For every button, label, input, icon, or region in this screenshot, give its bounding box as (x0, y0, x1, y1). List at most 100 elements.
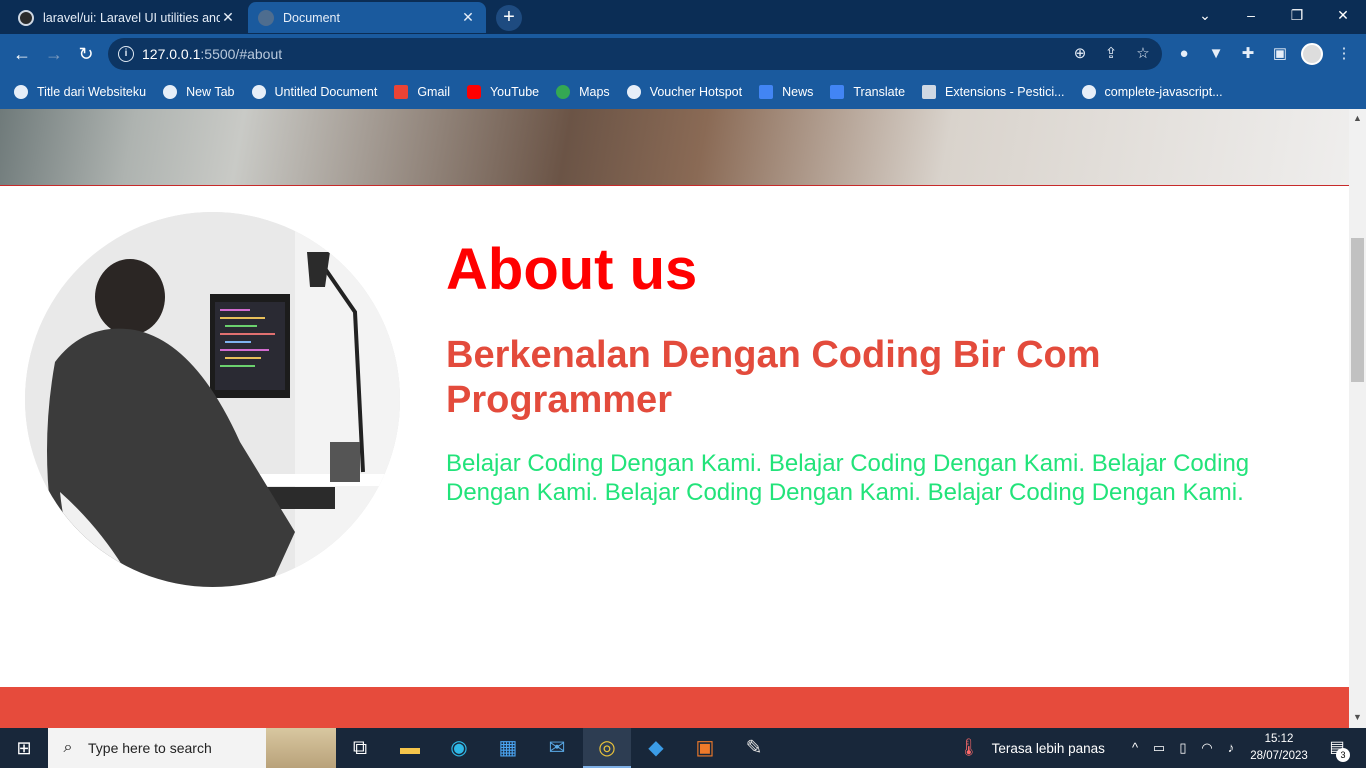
zoom-icon[interactable]: ⊕ (1070, 44, 1090, 64)
new-tab-button[interactable]: + (496, 5, 522, 31)
search-placeholder: Type here to search (88, 740, 212, 756)
restore-button[interactable]: ❐ (1274, 0, 1320, 30)
about-subtitle: Berkenalan Dengan Coding Bir Com Program… (446, 334, 1101, 421)
bookmark-item[interactable]: Maps (556, 84, 610, 99)
browser-toolbar: ← → ↻ i 127.0.0.1:5500/#about ⊕ ⇪ ☆ ● ▼ … (0, 34, 1366, 74)
menu-icon[interactable]: ⋮ (1334, 44, 1354, 64)
side-panel-icon[interactable]: ▣ (1270, 44, 1290, 64)
notification-badge: 3 (1336, 748, 1350, 762)
thermometer-icon: 🌡 (958, 738, 980, 757)
bookmark-label: Gmail (417, 84, 450, 99)
extension-icon[interactable]: ● (1174, 44, 1194, 64)
profile-avatar[interactable] (1301, 43, 1323, 65)
puzzle-icon[interactable]: ✚ (1238, 44, 1258, 64)
windows-start-icon[interactable]: ⊞ (0, 728, 48, 768)
url-host: 127.0.0.1 (142, 46, 201, 62)
task-view-icon[interactable]: ⧉ (336, 728, 384, 768)
bookmark-label: complete-javascript... (1104, 84, 1223, 99)
browser-window: laravel/ui: Laravel UI utilities and ✕ D… (0, 0, 1366, 109)
paint-icon[interactable]: ✎ (730, 728, 778, 768)
bookmark-item[interactable]: Voucher Hotspot (626, 84, 742, 99)
page-scrollbar[interactable]: ▲ ▼ (1349, 109, 1366, 728)
globe-icon (626, 84, 641, 99)
close-tab-icon[interactable]: ✕ (220, 9, 236, 26)
bookmark-label: YouTube (489, 84, 540, 99)
close-window-button[interactable]: ✕ (1320, 0, 1366, 30)
programmer-illustration (25, 212, 400, 587)
tab-title: Document (283, 10, 340, 25)
bookmark-label: Untitled Document (274, 84, 378, 99)
reload-button[interactable]: ↻ (74, 42, 98, 66)
bookmark-label: News (782, 84, 814, 99)
bookmark-item[interactable]: New Tab (163, 84, 235, 99)
address-bar[interactable]: i 127.0.0.1:5500/#about ⊕ ⇪ ☆ (108, 38, 1162, 70)
bookmark-label: Title dari Websiteku (37, 84, 147, 99)
xampp-icon[interactable]: ▣ (681, 728, 729, 768)
notification-center-icon[interactable]: ▤ 3 (1322, 728, 1352, 768)
search-icon: ⌕ (63, 739, 73, 756)
forward-button[interactable]: → (42, 42, 66, 66)
site-info-icon[interactable]: i (118, 46, 134, 62)
next-section-bar (0, 687, 1349, 728)
close-tab-icon[interactable]: ✕ (460, 9, 476, 26)
vscode-icon[interactable]: ◆ (632, 728, 680, 768)
system-clock[interactable]: 15:12 28/07/2023 (1244, 731, 1314, 765)
bookmarks-bar: Title dari Websiteku New Tab Untitled Do… (0, 74, 1366, 109)
chrome-icon[interactable]: ◎ (583, 728, 631, 768)
scroll-up-arrow-icon[interactable]: ▲ (1349, 113, 1366, 125)
web-page: About us Berkenalan Dengan Coding Bir Co… (0, 109, 1349, 728)
weather-text: Terasa lebih panas (991, 740, 1105, 756)
volume-icon[interactable]: ♪ (1220, 728, 1242, 768)
bookmark-label: Extensions - Pestici... (945, 84, 1065, 99)
puzzle-icon (922, 84, 937, 99)
bookmark-item[interactable]: Title dari Websiteku (14, 84, 147, 99)
url-text[interactable]: 127.0.0.1:5500/#about (142, 46, 282, 62)
battery-icon[interactable]: ▯ (1172, 728, 1194, 768)
bookmark-item[interactable]: YouTube (466, 84, 540, 99)
github-icon (1081, 84, 1096, 99)
windows-taskbar: ⊞ ⌕ Type here to search ⧉ ▬ ◉ ▦ ✉ ◎ ◆ ▣ … (0, 728, 1366, 768)
about-photo (25, 212, 400, 587)
youtube-icon (466, 84, 481, 99)
bookmark-item[interactable]: Translate (830, 84, 906, 99)
bookmark-label: Maps (579, 84, 610, 99)
store-icon[interactable]: ▦ (484, 728, 532, 768)
scroll-down-arrow-icon[interactable]: ▼ (1349, 712, 1366, 724)
mail-icon[interactable]: ✉ (533, 728, 581, 768)
bookmark-item[interactable]: complete-javascript... (1081, 84, 1223, 99)
bookmark-item[interactable]: News (759, 84, 814, 99)
bookmark-item[interactable]: Extensions - Pestici... (922, 84, 1065, 99)
chevron-up-icon[interactable]: ^ (1124, 728, 1146, 768)
wifi-icon[interactable]: ◠ (1196, 728, 1218, 768)
globe-icon (163, 84, 178, 99)
bookmark-item[interactable]: Gmail (394, 84, 450, 99)
bookmark-star-icon[interactable]: ☆ (1133, 44, 1153, 64)
translate-icon (830, 84, 845, 99)
minimize-button[interactable]: – (1228, 0, 1274, 30)
gmail-icon (394, 84, 409, 99)
tab-strip: laravel/ui: Laravel UI utilities and ✕ D… (0, 0, 1366, 34)
clock-time: 15:12 (1264, 733, 1294, 745)
share-icon[interactable]: ⇪ (1101, 44, 1121, 64)
file-explorer-icon[interactable]: ▬ (386, 728, 434, 768)
bookmark-item[interactable]: Untitled Document (251, 84, 378, 99)
vue-devtools-icon[interactable]: ▼ (1206, 44, 1226, 64)
scrollbar-thumb[interactable] (1351, 238, 1364, 382)
chevron-down-icon[interactable]: ⌄ (1182, 0, 1228, 30)
edge-icon[interactable]: ◉ (435, 728, 483, 768)
maps-icon (556, 84, 571, 99)
tab-document[interactable]: Document ✕ (248, 2, 486, 33)
bookmark-label: New Tab (186, 84, 235, 99)
globe-icon (258, 9, 274, 26)
tab-laravel-ui[interactable]: laravel/ui: Laravel UI utilities and ✕ (8, 2, 246, 33)
taskbar-search[interactable]: ⌕ Type here to search (48, 728, 336, 768)
meet-icon[interactable]: ▭ (1148, 728, 1170, 768)
url-path: :5500/#about (200, 46, 283, 62)
weather-widget[interactable]: 🌡 Terasa lebih panas (958, 728, 1105, 768)
clock-date: 28/07/2023 (1250, 750, 1308, 762)
hero-image (0, 109, 1349, 186)
github-icon (18, 9, 34, 26)
back-button[interactable]: ← (10, 42, 34, 66)
about-title: About us (446, 237, 698, 302)
bookmark-label: Translate (853, 84, 906, 99)
